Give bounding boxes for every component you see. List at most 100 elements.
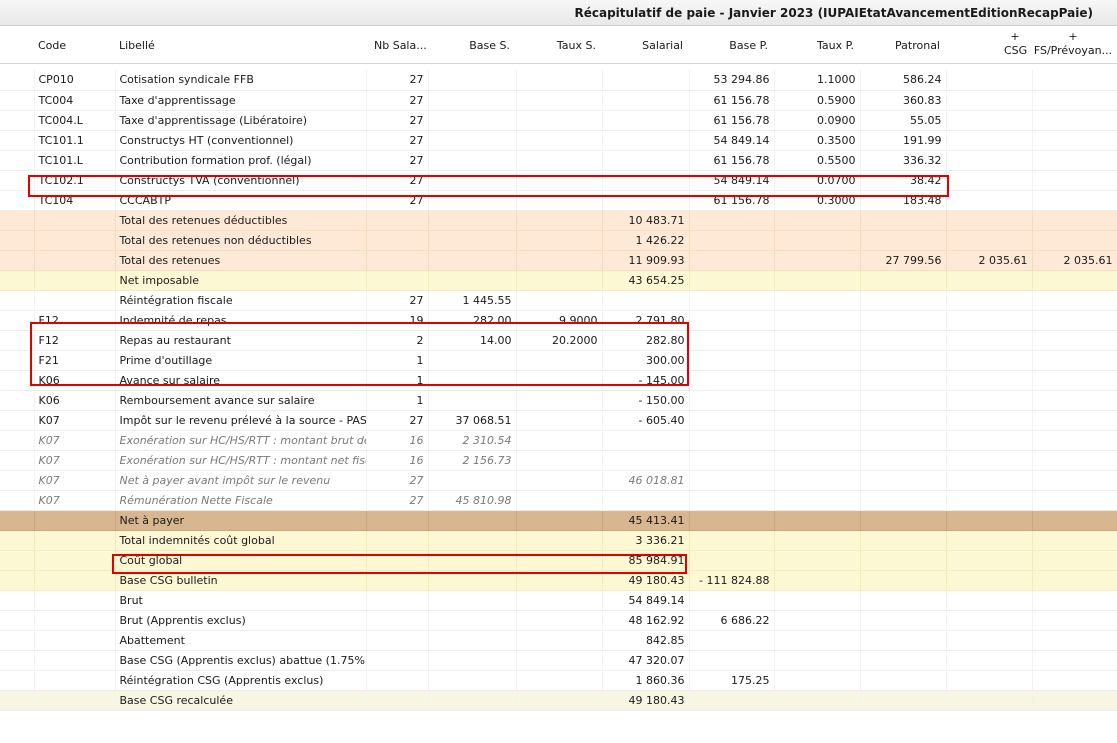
- cell-patronal: [860, 410, 947, 431]
- cell-nb: 16: [366, 450, 429, 471]
- col-header-csg[interactable]: + CSG: [1004, 30, 1027, 58]
- cell-base-p: 61 156.78: [689, 150, 775, 171]
- col-header-taux-s[interactable]: Taux S.: [557, 39, 596, 52]
- table-row[interactable]: K07 Rémunération Nette Fiscale 27 45 810.98: [0, 490, 1117, 511]
- table-row[interactable]: K06 Remboursement avance sur salaire 1 - 15…: [0, 390, 1117, 411]
- cell-base-s: [428, 610, 517, 631]
- cell-patronal: 27 799.56: [860, 250, 947, 271]
- spacer-cell: [0, 530, 35, 551]
- cell-salarial: [602, 170, 690, 191]
- cell-fs: [1032, 630, 1117, 651]
- cell-base-s: [428, 690, 517, 711]
- table-row[interactable]: Net à payer 45 413.41: [0, 510, 1117, 531]
- table-row[interactable]: CP010 Cotisation syndicale FFB 27 53 294.86…: [0, 70, 1117, 91]
- cell-base-p: [689, 450, 775, 471]
- table-row[interactable]: Base CSG recalculée 49 180.43: [0, 690, 1117, 711]
- table-row[interactable]: TC004 Taxe d'apprentissage 27 61 156.78 0.59…: [0, 90, 1117, 111]
- cell-code: [34, 570, 116, 591]
- table-row[interactable]: TC004.L Taxe d'apprentissage (Libératoire…: [0, 110, 1117, 131]
- cell-nb: 16: [366, 430, 429, 451]
- col-header-salarial[interactable]: Salarial: [642, 39, 683, 52]
- cell-patronal: [860, 550, 947, 571]
- table-row[interactable]: Total indemnités coût global 3 336.21: [0, 530, 1117, 551]
- col-header-patronal[interactable]: Patronal: [895, 39, 940, 52]
- col-header-base-s[interactable]: Base S.: [469, 39, 510, 52]
- table-row[interactable]: TC102.1 Constructys TVA (conventionnel) 27…: [0, 170, 1117, 191]
- cell-code: TC101.1: [34, 130, 116, 151]
- table-row[interactable]: K06 Avance sur salaire 1 - 145.00: [0, 370, 1117, 391]
- cell-patronal: [860, 530, 947, 551]
- table-row[interactable]: Brut (Apprentis exclus) 48 162.92 6 686.22: [0, 610, 1117, 631]
- cell-base-s: 2 156.73: [428, 450, 517, 471]
- table-row[interactable]: Total des retenues déductibles 10 483.71: [0, 210, 1117, 231]
- table-row[interactable]: K07 Impôt sur le revenu prélevé à la sour…: [0, 410, 1117, 431]
- table-row[interactable]: K07 Exonération sur HC/HS/RTT : montant b…: [0, 430, 1117, 451]
- cell-fs: [1032, 230, 1117, 251]
- cell-code: TC101.L: [34, 150, 116, 171]
- table-row[interactable]: Brut 54 849.14: [0, 590, 1117, 611]
- cell-code: [34, 210, 116, 231]
- cell-csg: [946, 150, 1033, 171]
- col-header-fs-prevoyance[interactable]: + FS/Prévoyan...: [1033, 30, 1113, 58]
- cell-fs: [1032, 610, 1117, 631]
- cell-nb: 27: [366, 150, 429, 171]
- cell-salarial: 300.00: [602, 350, 690, 371]
- table-row[interactable]: K07 Net à payer avant impôt sur le revenu…: [0, 470, 1117, 491]
- col-header-code[interactable]: Code: [38, 39, 66, 52]
- table-row[interactable]: F12 Indemnité de repas 19 282.00 9.9000 2 791…: [0, 310, 1117, 331]
- cell-nb: [366, 270, 429, 291]
- cell-libelle: Cotisation syndicale FFB: [115, 70, 367, 91]
- cell-taux-s: [516, 250, 603, 271]
- table-row[interactable]: Réintégration fiscale 27 1 445.55: [0, 290, 1117, 311]
- table-row[interactable]: Base CSG bulletin 49 180.43- 111 824.88: [0, 570, 1117, 591]
- cell-csg: [946, 270, 1033, 291]
- cell-libelle: Taxe d'apprentissage (Libératoire): [115, 110, 367, 131]
- cell-base-p: [689, 350, 775, 371]
- cell-nb: 27: [366, 410, 429, 431]
- col-header-taux-p[interactable]: Taux P.: [817, 39, 854, 52]
- cell-fs: [1032, 110, 1117, 131]
- table-row[interactable]: Total des retenues non déductibles 1 426.…: [0, 230, 1117, 251]
- cell-libelle: Constructys HT (conventionnel): [115, 130, 367, 151]
- col-header-libelle[interactable]: Libellé: [119, 39, 155, 52]
- cell-csg: [946, 630, 1033, 651]
- table-row[interactable]: F12 Repas au restaurant 2 14.00 20.2000 282.8…: [0, 330, 1117, 351]
- table-row[interactable]: K07 Exonération sur HC/HS/RTT : montant n…: [0, 450, 1117, 471]
- col-header-nb-salaries[interactable]: Nb Sala...: [374, 39, 427, 52]
- table-row[interactable]: Total des retenues 11 909.93 27 799.56 2 03…: [0, 250, 1117, 271]
- table-row[interactable]: TC101.1 Constructys HT (conventionnel) 27 5…: [0, 130, 1117, 151]
- cell-taux-p: [774, 570, 861, 591]
- cell-code: [34, 610, 116, 631]
- cell-libelle: Total des retenues déductibles: [115, 210, 367, 231]
- table-row[interactable]: F21 Prime d'outillage 1 300.00: [0, 350, 1117, 371]
- cell-taux-p: 0.0900: [774, 110, 861, 131]
- cell-base-p: [689, 230, 775, 251]
- table-row[interactable]: Base CSG (Apprentis exclus) abattue (1.7…: [0, 650, 1117, 671]
- cell-nb: [366, 670, 429, 691]
- cell-taux-p: [774, 270, 861, 291]
- payroll-table: CP010 Cotisation syndicale FFB 27 53 294.86…: [0, 70, 1117, 711]
- cell-salarial: 1 426.22: [602, 230, 690, 251]
- cell-taux-p: [774, 350, 861, 371]
- cell-taux-p: 1.1000: [774, 70, 861, 91]
- cell-salarial: [602, 90, 690, 111]
- table-row[interactable]: TC104 CCCABTP 27 61 156.78 0.3000 183.48: [0, 190, 1117, 211]
- table-row[interactable]: Coût global 85 984.91: [0, 550, 1117, 571]
- cell-csg: [946, 110, 1033, 131]
- col-header-base-p[interactable]: Base P.: [729, 39, 768, 52]
- table-row[interactable]: Net imposable 43 654.25: [0, 270, 1117, 291]
- cell-fs: [1032, 170, 1117, 191]
- cell-code: [34, 230, 116, 251]
- cell-csg: [946, 510, 1033, 531]
- table-row[interactable]: TC101.L Contribution formation prof. (lég…: [0, 150, 1117, 171]
- spacer-cell: [0, 690, 35, 711]
- table-row[interactable]: Abattement 842.85: [0, 630, 1117, 651]
- cell-base-p: [689, 690, 775, 711]
- cell-libelle: Impôt sur le revenu prélevé à la source …: [115, 410, 367, 431]
- title-bar: Récapitulatif de paie - Janvier 2023 (IU…: [0, 0, 1117, 26]
- spacer-cell: [0, 590, 35, 611]
- cell-fs: [1032, 430, 1117, 451]
- cell-libelle: Rémunération Nette Fiscale: [115, 490, 367, 511]
- table-row[interactable]: Réintégration CSG (Apprentis exclus) 1 86…: [0, 670, 1117, 691]
- spacer-cell: [0, 110, 35, 131]
